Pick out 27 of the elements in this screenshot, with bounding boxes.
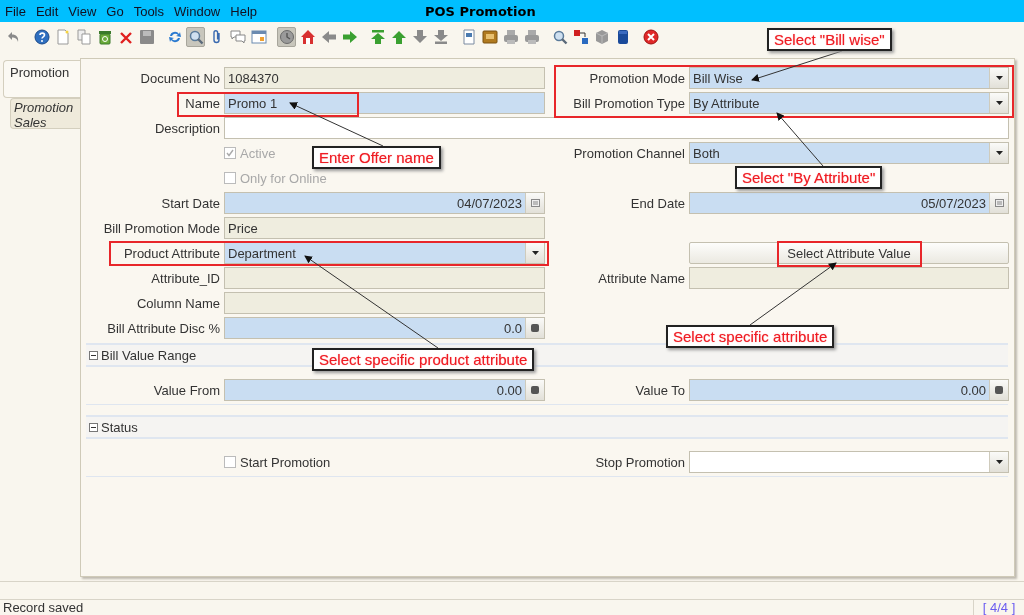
field-label: Column Name: [135, 295, 220, 311]
field-label: Promotion Mode: [588, 70, 685, 86]
callout-tooltip: Select specific product attribute: [312, 348, 535, 371]
callout-tooltip: Select "Bill wise": [767, 28, 892, 51]
field-label: Description: [153, 120, 220, 136]
window-title: POS Promotion: [425, 3, 536, 19]
section-title: Bill Value Range: [101, 347, 197, 363]
section-title: Status: [101, 419, 138, 435]
field-label: Start Date: [160, 195, 220, 211]
callout-tooltip: Enter Offer name: [312, 146, 441, 169]
field-label: Promotion Channel: [572, 145, 685, 161]
field-label: Document No: [139, 70, 220, 86]
field-label: Value To: [634, 382, 685, 398]
callout-tooltip: Select specific attribute: [666, 325, 835, 348]
field-label: Attribute Name: [597, 270, 685, 286]
field-label: Bill Attribute Disc %: [106, 320, 220, 336]
record-counter: [ 4/4 ]: [981, 600, 1017, 615]
field-label: Product Attribute: [122, 245, 220, 261]
field-label: Attribute_ID: [150, 270, 220, 286]
status-message: Record saved: [0, 600, 974, 615]
field-label: Bill Promotion Type: [572, 95, 685, 111]
field-label: Name: [184, 95, 220, 111]
field-label: End Date: [629, 195, 685, 211]
callout-tooltip: Select "By Attribute": [735, 166, 883, 189]
field-label: Stop Promotion: [594, 454, 685, 470]
field-label: Value From: [152, 382, 220, 398]
field-label: Bill Promotion Mode: [102, 220, 220, 236]
